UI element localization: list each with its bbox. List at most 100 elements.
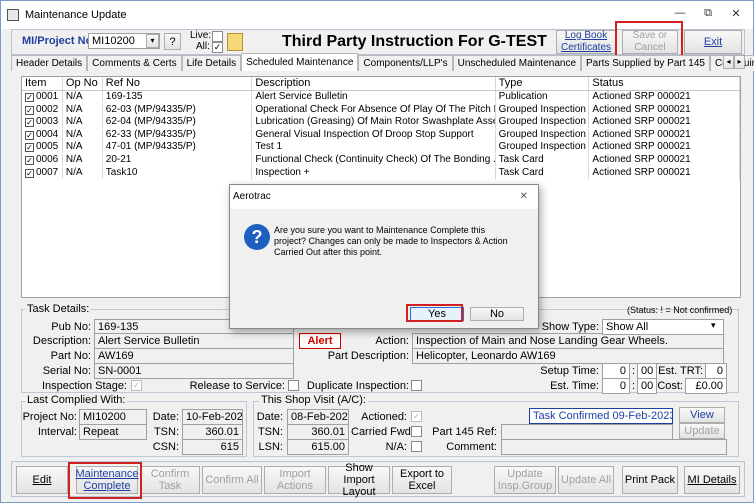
part-no-field[interactable]: AW169 (94, 348, 294, 364)
carried-fwd-checkbox[interactable] (411, 426, 422, 437)
col-ref-no[interactable]: Ref No (103, 77, 253, 90)
dialog-close-icon[interactable]: ✕ (520, 185, 528, 209)
cost-field[interactable]: £0.00 (685, 378, 727, 394)
row-checkbox[interactable]: ✓ (25, 155, 34, 165)
row-checkbox[interactable]: ✓ (25, 168, 34, 178)
row-checkbox[interactable]: ✓ (25, 105, 34, 115)
print-pack-button[interactable]: Print Pack (622, 466, 678, 494)
release-to-service-checkbox[interactable] (288, 380, 299, 391)
cell-description: Alert Service Bulletin (252, 91, 496, 103)
cell-status: Actioned SRP 000021 (589, 166, 740, 179)
interval-field[interactable]: Repeat (79, 424, 147, 440)
restore-icon[interactable]: ⧉ (697, 7, 719, 20)
no-button[interactable]: No (470, 307, 524, 321)
update-button[interactable]: Update (679, 423, 725, 439)
carried-fwd-label: Carried Fwd: (351, 426, 414, 438)
tab-unscheduled-maintenance[interactable]: Unscheduled Maintenance (452, 55, 582, 71)
cell-item: ✓ 0007 (22, 166, 63, 179)
est-trt-field[interactable]: 0 (705, 363, 727, 379)
part-description-label: Part Description: (327, 350, 409, 362)
na-checkbox[interactable] (411, 441, 422, 452)
task-confirmed-badge: Task Confirmed 09-Feb-2023 (529, 408, 673, 424)
part145-ref-label: Part 145 Ref: (432, 426, 497, 438)
tab-components-llp[interactable]: Components/LLP's (358, 55, 453, 71)
update-insp-group-button[interactable]: Update Insp.Group (494, 466, 556, 494)
cost-label: Cost: (657, 380, 683, 392)
update-all-button[interactable]: Update All (558, 466, 614, 494)
edit-button[interactable]: Edit (16, 466, 68, 494)
task-details-title: Task Details: (25, 303, 92, 315)
serial-no-field[interactable]: SN-0001 (94, 363, 294, 379)
tab-header-details[interactable]: Header Details (11, 55, 88, 71)
tab-scroll-left-icon[interactable]: ◂ (723, 55, 734, 69)
part145-ref-field[interactable] (501, 424, 673, 440)
description-field[interactable]: Alert Service Bulletin (94, 333, 294, 349)
setup-time-hours[interactable]: 0 (602, 363, 630, 379)
shop-tsn-field[interactable]: 360.01 (287, 424, 349, 440)
show-import-layout-button[interactable]: Show Import Layout (328, 462, 390, 498)
col-description[interactable]: Description (252, 77, 496, 90)
mi-details-button[interactable]: MI Details (684, 466, 740, 494)
tab-comments-certs[interactable]: Comments & Certs (87, 55, 182, 71)
row-checkbox[interactable]: ✓ (25, 93, 34, 102)
duplicate-inspection-checkbox[interactable] (411, 380, 422, 391)
last-tsn-field[interactable]: 360.01 (182, 424, 243, 440)
export-to-excel-button[interactable]: Export to Excel (392, 466, 452, 494)
tab-life-details[interactable]: Life Details (181, 55, 242, 71)
est-time-hours[interactable]: 0 (602, 378, 630, 394)
est-time-minutes[interactable]: 00 (637, 378, 657, 394)
tab-scheduled-maintenance[interactable]: Scheduled Maintenance (241, 53, 359, 71)
duplicate-inspection-label: Duplicate Inspection: (306, 380, 409, 392)
last-date-field[interactable]: 10-Feb-2023 (182, 409, 243, 425)
action-field[interactable]: Inspection of Main and Nose Landing Gear… (412, 333, 724, 349)
last-csn-field[interactable]: 615 (182, 439, 243, 455)
col-item[interactable]: Item (22, 77, 63, 90)
inspection-stage-checkbox[interactable]: ✓ (131, 380, 142, 391)
logbook-certificates-button[interactable]: Log Book Certificates (556, 30, 616, 54)
row-checkbox[interactable]: ✓ (25, 130, 34, 140)
cell-op-no: N/A (63, 141, 103, 154)
tab-scroll-right-icon[interactable]: ▸ (734, 55, 745, 69)
table-row[interactable]: ✓ 0006 N/A 20-21 Functional Check (Continuit… (22, 153, 740, 167)
actioned-checkbox[interactable]: ✓ (411, 411, 422, 422)
confirm-all-button[interactable]: Confirm All (202, 466, 262, 494)
shop-lsn-field[interactable]: 615.00 (287, 439, 349, 455)
table-row[interactable]: ✓ 0004 N/A 62-33 (MP/94335/P) General Visual… (22, 128, 740, 142)
all-checkbox[interactable]: ✓ (212, 42, 223, 53)
row-checkbox[interactable]: ✓ (25, 118, 34, 128)
live-checkbox[interactable] (212, 31, 223, 42)
table-row[interactable]: ✓ 0002 N/A 62-03 (MP/94335/P) Operational Ch… (22, 103, 740, 117)
shop-date-field[interactable]: 08-Feb-2023 (287, 409, 349, 425)
table-row[interactable]: ✓ 0001 N/A 169-135 Alert Service Bulletin Pub… (22, 91, 740, 104)
comment-field[interactable] (501, 439, 727, 455)
minimize-icon[interactable]: — (669, 7, 691, 19)
table-row[interactable]: ✓ 0007 N/A Task10 Inspection + Task Card Actio… (22, 166, 740, 180)
exit-button[interactable]: Exit (684, 30, 742, 54)
confirm-task-button[interactable]: Confirm Task (140, 466, 200, 494)
show-type-dropdown-icon[interactable]: ▾ (711, 320, 716, 331)
cell-ref-no: 62-03 (MP/94335/P) (103, 103, 253, 116)
folder-icon[interactable] (227, 33, 243, 51)
table-row[interactable]: ✓ 0003 N/A 62-04 (MP/94335/P) Lubrication (G… (22, 116, 740, 129)
table-row[interactable]: ✓ 0005 N/A 47-01 (MP/94335/P) Test 1 Grouped … (22, 141, 740, 154)
project-dropdown-icon[interactable]: ▾ (146, 34, 159, 48)
close-icon[interactable]: ✕ (725, 7, 747, 20)
cell-ref-no: 47-01 (MP/94335/P) (103, 141, 253, 154)
cell-item: ✓ 0004 (22, 128, 63, 141)
help-button[interactable]: ? (164, 33, 181, 50)
show-type-select[interactable]: Show All (602, 319, 724, 335)
last-project-field[interactable]: MI10200 (79, 409, 147, 425)
import-actions-button[interactable]: Import Actions (264, 466, 326, 494)
view-button[interactable]: View (679, 407, 725, 423)
cell-item: ✓ 0006 (22, 153, 63, 166)
col-status[interactable]: Status (589, 77, 740, 90)
col-type[interactable]: Type (496, 77, 590, 90)
tab-strip: Header Details Comments & Certs Life Det… (11, 53, 754, 71)
all-label: All: (196, 41, 210, 52)
cell-description: Lubrication (Greasing) Of Main Rotor Swa… (252, 116, 496, 129)
tab-parts-supplied[interactable]: Parts Supplied by Part 145 (581, 55, 710, 71)
row-checkbox[interactable]: ✓ (25, 143, 34, 153)
col-op-no[interactable]: Op No (63, 77, 103, 90)
part-description-field[interactable]: Helicopter, Leonardo AW169 (412, 348, 724, 364)
setup-time-minutes[interactable]: 00 (637, 363, 657, 379)
